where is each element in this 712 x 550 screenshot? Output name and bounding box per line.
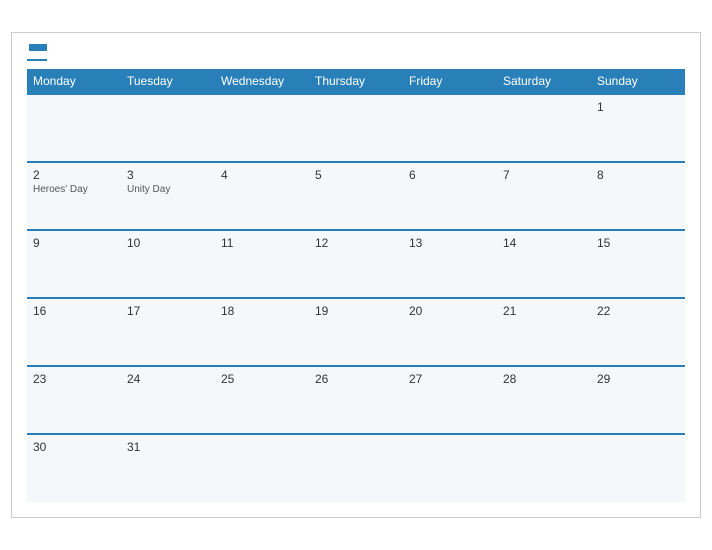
calendar-cell: 19 — [309, 298, 403, 366]
calendar-cell — [591, 434, 685, 502]
day-number: 6 — [409, 168, 491, 182]
week-row-3: 16 17 18 19 20 21 22 — [27, 298, 685, 366]
calendar-cell: 5 — [309, 162, 403, 230]
calendar-cell: 24 — [121, 366, 215, 434]
day-number: 23 — [33, 372, 115, 386]
calendar-cell — [403, 434, 497, 502]
calendar-cell: 1 — [591, 94, 685, 162]
calendar-cell — [309, 94, 403, 162]
calendar-cell: 6 — [403, 162, 497, 230]
day-number: 15 — [597, 236, 679, 250]
calendar-thead: MondayTuesdayWednesdayThursdayFridaySatu… — [27, 69, 685, 94]
holiday-label: Unity Day — [127, 184, 209, 195]
calendar-cell — [121, 94, 215, 162]
calendar-cell — [215, 94, 309, 162]
logo-underline — [27, 59, 47, 61]
calendar-cell: 10 — [121, 230, 215, 298]
day-number: 2 — [33, 168, 115, 182]
week-row-0: 1 — [27, 94, 685, 162]
calendar-cell: 12 — [309, 230, 403, 298]
day-number: 25 — [221, 372, 303, 386]
day-number: 1 — [597, 100, 679, 114]
day-number: 9 — [33, 236, 115, 250]
day-number: 21 — [503, 304, 585, 318]
calendar-cell: 21 — [497, 298, 591, 366]
calendar-container: MondayTuesdayWednesdayThursdayFridaySatu… — [11, 32, 701, 518]
day-number: 17 — [127, 304, 209, 318]
day-number: 24 — [127, 372, 209, 386]
calendar-cell: 29 — [591, 366, 685, 434]
weekday-header-monday: Monday — [27, 69, 121, 94]
day-number: 22 — [597, 304, 679, 318]
calendar-cell: 2 Heroes' Day — [27, 162, 121, 230]
day-number: 27 — [409, 372, 491, 386]
calendar-cell: 28 — [497, 366, 591, 434]
week-row-2: 9 10 11 12 13 14 15 — [27, 230, 685, 298]
weekday-header-thursday: Thursday — [309, 69, 403, 94]
calendar-cell: 3 Unity Day — [121, 162, 215, 230]
holiday-label: Heroes' Day — [33, 184, 115, 195]
calendar-cell — [309, 434, 403, 502]
calendar-cell — [403, 94, 497, 162]
weekday-header-saturday: Saturday — [497, 69, 591, 94]
calendar-cell: 27 — [403, 366, 497, 434]
calendar-cell: 8 — [591, 162, 685, 230]
calendar-cell: 31 — [121, 434, 215, 502]
calendar-cell: 13 — [403, 230, 497, 298]
day-number: 4 — [221, 168, 303, 182]
day-number: 5 — [315, 168, 397, 182]
calendar-cell: 7 — [497, 162, 591, 230]
calendar-header — [27, 43, 685, 61]
day-number: 20 — [409, 304, 491, 318]
day-number: 12 — [315, 236, 397, 250]
weekday-header-sunday: Sunday — [591, 69, 685, 94]
day-number: 13 — [409, 236, 491, 250]
logo — [27, 43, 47, 61]
day-number: 11 — [221, 236, 303, 250]
calendar-cell: 18 — [215, 298, 309, 366]
day-number: 3 — [127, 168, 209, 182]
calendar-body: 12Heroes' Day3Unity Day45678910111213141… — [27, 94, 685, 502]
week-row-1: 2 Heroes' Day 3 Unity Day 45678 — [27, 162, 685, 230]
calendar-cell: 4 — [215, 162, 309, 230]
weekday-header-row: MondayTuesdayWednesdayThursdayFridaySatu… — [27, 69, 685, 94]
weekday-header-wednesday: Wednesday — [215, 69, 309, 94]
calendar-cell — [497, 434, 591, 502]
calendar-cell: 9 — [27, 230, 121, 298]
calendar-cell: 20 — [403, 298, 497, 366]
day-number: 28 — [503, 372, 585, 386]
calendar-cell: 26 — [309, 366, 403, 434]
day-number: 10 — [127, 236, 209, 250]
calendar-table: MondayTuesdayWednesdayThursdayFridaySatu… — [27, 69, 685, 502]
calendar-cell: 17 — [121, 298, 215, 366]
calendar-cell: 25 — [215, 366, 309, 434]
logo-flag-icon — [29, 44, 47, 58]
day-number: 30 — [33, 440, 115, 454]
calendar-cell: 11 — [215, 230, 309, 298]
week-row-4: 23 24 25 26 27 28 29 — [27, 366, 685, 434]
calendar-cell — [215, 434, 309, 502]
day-number: 18 — [221, 304, 303, 318]
calendar-cell — [27, 94, 121, 162]
calendar-cell: 30 — [27, 434, 121, 502]
calendar-cell: 16 — [27, 298, 121, 366]
day-number: 8 — [597, 168, 679, 182]
week-row-5: 30 31 — [27, 434, 685, 502]
calendar-cell — [497, 94, 591, 162]
calendar-cell: 23 — [27, 366, 121, 434]
weekday-header-tuesday: Tuesday — [121, 69, 215, 94]
calendar-cell: 22 — [591, 298, 685, 366]
weekday-header-friday: Friday — [403, 69, 497, 94]
day-number: 19 — [315, 304, 397, 318]
calendar-cell: 14 — [497, 230, 591, 298]
day-number: 7 — [503, 168, 585, 182]
day-number: 16 — [33, 304, 115, 318]
day-number: 29 — [597, 372, 679, 386]
day-number: 26 — [315, 372, 397, 386]
day-number: 14 — [503, 236, 585, 250]
calendar-cell: 15 — [591, 230, 685, 298]
day-number: 31 — [127, 440, 209, 454]
